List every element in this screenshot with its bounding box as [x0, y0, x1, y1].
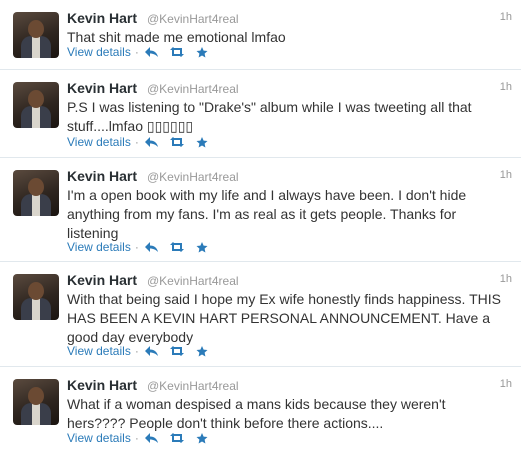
author-handle[interactable]: @KevinHart4real [147, 170, 239, 184]
tweet-actions: View details · [67, 240, 219, 254]
tweet-text: What if a woman despised a mans kids bec… [67, 396, 446, 431]
tweet-item[interactable]: Kevin Hart @KevinHart4real 1h With that … [0, 262, 521, 367]
separator-dot: · [134, 431, 139, 445]
tweet-feed: Kevin Hart @KevinHart4real 1h That shit … [0, 0, 521, 452]
avatar[interactable] [13, 82, 59, 128]
view-details-link[interactable]: View details [67, 240, 131, 254]
retweet-icon[interactable] [169, 433, 185, 443]
separator-dot: · [134, 135, 139, 149]
separator-dot: · [134, 344, 139, 358]
reply-icon[interactable] [144, 47, 158, 57]
author-name[interactable]: Kevin Hart [67, 10, 137, 26]
view-details-link[interactable]: View details [67, 135, 131, 149]
tweet-item[interactable]: Kevin Hart @KevinHart4real 1h I'm a open… [0, 158, 521, 262]
view-details-link[interactable]: View details [67, 45, 131, 59]
retweet-icon[interactable] [169, 242, 185, 252]
tweet-actions: View details · [67, 344, 219, 358]
tweet-item[interactable]: Kevin Hart @KevinHart4real 1h P.S I was … [0, 70, 521, 158]
author-name[interactable]: Kevin Hart [67, 377, 137, 393]
tweet-item[interactable]: Kevin Hart @KevinHart4real 1h That shit … [0, 0, 521, 70]
retweet-icon[interactable] [169, 47, 185, 57]
avatar[interactable] [13, 274, 59, 320]
view-details-link[interactable]: View details [67, 344, 131, 358]
tweet-actions: View details · [67, 431, 219, 445]
avatar[interactable] [13, 379, 59, 425]
author-handle[interactable]: @KevinHart4real [147, 274, 239, 288]
star-icon[interactable] [196, 136, 208, 148]
tweet-actions: View details · [67, 135, 219, 149]
author-handle[interactable]: @KevinHart4real [147, 82, 239, 96]
timestamp[interactable]: 1h [500, 273, 512, 285]
author-name[interactable]: Kevin Hart [67, 80, 137, 96]
tweet-text: P.S I was listening to "Drake's" album w… [67, 99, 472, 134]
star-icon[interactable] [196, 46, 208, 58]
star-icon[interactable] [196, 432, 208, 444]
retweet-icon[interactable] [169, 346, 185, 356]
separator-dot: · [134, 45, 139, 59]
avatar[interactable] [13, 170, 59, 216]
view-details-link[interactable]: View details [67, 431, 131, 445]
star-icon[interactable] [196, 345, 208, 357]
timestamp[interactable]: 1h [500, 169, 512, 181]
author-name[interactable]: Kevin Hart [67, 168, 137, 184]
retweet-icon[interactable] [169, 137, 185, 147]
reply-icon[interactable] [144, 433, 158, 443]
reply-icon[interactable] [144, 137, 158, 147]
tweet-text: With that being said I hope my Ex wife h… [67, 291, 501, 345]
reply-icon[interactable] [144, 242, 158, 252]
tweet-actions: View details · [67, 45, 219, 59]
timestamp[interactable]: 1h [500, 11, 512, 23]
tweet-item[interactable]: Kevin Hart @KevinHart4real 1h What if a … [0, 367, 521, 452]
author-name[interactable]: Kevin Hart [67, 272, 137, 288]
separator-dot: · [134, 240, 139, 254]
tweet-text: I'm a open book with my life and I alway… [67, 187, 467, 241]
author-handle[interactable]: @KevinHart4real [147, 12, 239, 26]
author-handle[interactable]: @KevinHart4real [147, 379, 239, 393]
avatar[interactable] [13, 12, 59, 58]
star-icon[interactable] [196, 241, 208, 253]
timestamp[interactable]: 1h [500, 378, 512, 390]
reply-icon[interactable] [144, 346, 158, 356]
timestamp[interactable]: 1h [500, 81, 512, 93]
